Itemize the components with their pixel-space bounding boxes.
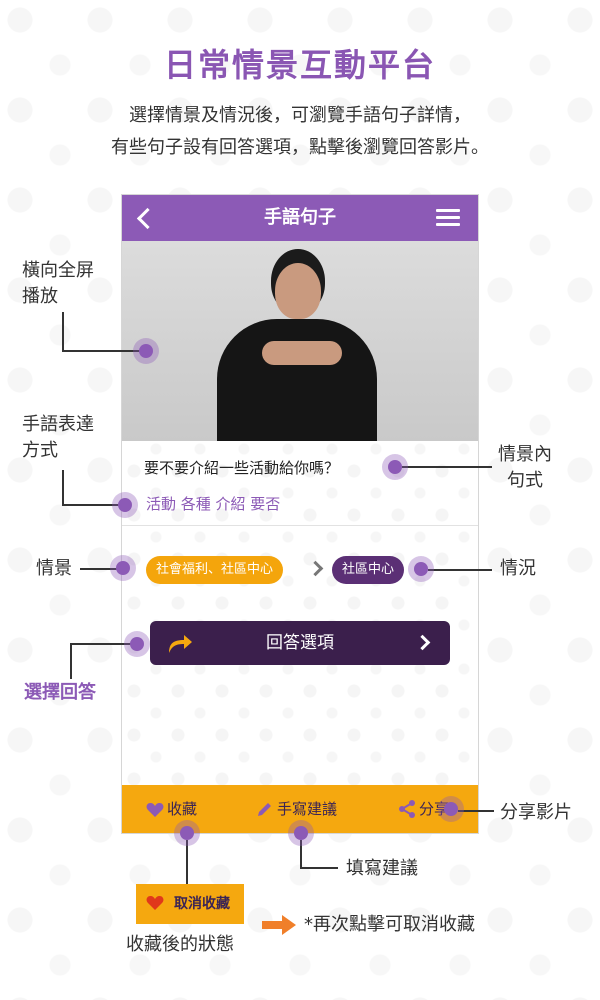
phone-screen: 手語句子 要不要介紹一些活動給你嗎？ 活動 各種 介紹 要否 社會福利、社區中心… xyxy=(121,194,479,834)
suggest-button[interactable]: 手寫建議 xyxy=(256,785,337,833)
answer-options-button[interactable]: 回答選項 xyxy=(150,621,450,665)
leader-line xyxy=(62,350,142,352)
situation-chip[interactable]: 社區中心 xyxy=(332,556,405,584)
heart-icon xyxy=(146,895,164,910)
annotation-landscape: 橫向全屏 播放 xyxy=(22,260,94,307)
app-bar: 手語句子 xyxy=(122,195,478,241)
intro-text: 選擇情景及情況後，可瀏覽手語句子詳情， 有些句子設有回答選項，點擊後瀏覽回答影片… xyxy=(0,100,600,164)
leader-line xyxy=(62,470,64,506)
marker-dot xyxy=(180,826,194,840)
menu-icon[interactable] xyxy=(436,209,460,227)
annotation-share-video: 分享影片 xyxy=(500,802,572,823)
pencil-icon xyxy=(258,803,271,816)
marker-dot xyxy=(294,826,308,840)
marker-dot xyxy=(116,561,130,575)
answer-options-label: 回答選項 xyxy=(266,633,334,653)
leader-line xyxy=(62,312,64,352)
leader-line xyxy=(70,643,132,645)
sentence-text: 要不要介紹一些活動給你嗎？ xyxy=(144,459,340,477)
sign-video[interactable] xyxy=(122,241,478,441)
signer-body xyxy=(217,319,377,441)
annotation-choose-answer: 選擇回答 xyxy=(24,682,96,703)
marker-dot xyxy=(118,498,132,512)
suggest-label: 手寫建議 xyxy=(277,800,338,818)
marker-dot xyxy=(414,562,428,576)
leader-line xyxy=(62,504,120,506)
annotation-unfavorite-note: *再次點擊可取消收藏 xyxy=(304,914,475,935)
marker-dot xyxy=(130,637,144,651)
intro-line-1: 選擇情景及情況後，可瀏覽手語句子詳情， xyxy=(129,105,471,126)
divider xyxy=(122,525,478,526)
marker-dot xyxy=(139,344,153,358)
leader-line xyxy=(70,643,72,679)
chevron-right-icon xyxy=(307,560,324,577)
unfavorite-label: 取消收藏 xyxy=(174,896,230,912)
marker-dot xyxy=(388,460,402,474)
annotation-favorited-state: 收藏後的狀態 xyxy=(126,934,234,955)
annotation-sentence-pattern: 情景內 句式 xyxy=(498,444,552,491)
leader-line xyxy=(186,840,188,884)
scene-chip[interactable]: 社會福利、社區中心 xyxy=(146,556,284,584)
marker-dot xyxy=(444,802,458,816)
share-button[interactable]: 分享 xyxy=(398,785,449,833)
unfavorite-chip[interactable]: 取消收藏 xyxy=(136,884,244,924)
annotation-situation: 情況 xyxy=(500,558,536,579)
heart-icon xyxy=(146,802,164,817)
annotation-scene: 情景 xyxy=(36,558,72,579)
annotation-expression: 手語表達 方式 xyxy=(22,414,94,461)
annotation-fill-suggestion: 填寫建議 xyxy=(346,858,418,879)
intro-line-2: 有些句子設有回答選項，點擊後瀏覽回答影片。 xyxy=(111,137,489,158)
page-title: 日常情景互動平台 xyxy=(163,46,436,84)
leader-line xyxy=(300,867,338,869)
leader-line xyxy=(80,568,118,570)
leader-line xyxy=(300,840,302,868)
favorite-label: 收藏 xyxy=(167,800,198,818)
leader-line xyxy=(428,569,492,571)
leader-line xyxy=(402,466,492,468)
share-icon xyxy=(399,800,415,818)
arrow-right-icon xyxy=(262,915,296,935)
leader-line xyxy=(458,810,494,812)
sign-expression-text: 活動 各種 介紹 要否 xyxy=(146,495,281,513)
signer-hands xyxy=(262,341,342,365)
app-title: 手語句子 xyxy=(264,207,336,228)
signer-head xyxy=(275,263,321,319)
